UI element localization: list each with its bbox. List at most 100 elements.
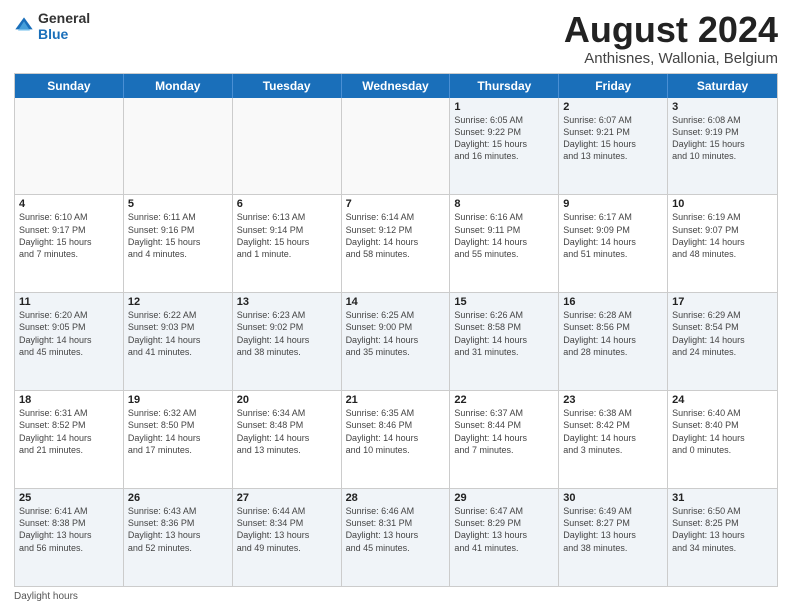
day-info: Sunrise: 6:46 AM Sunset: 8:31 PM Dayligh… bbox=[346, 505, 446, 554]
day-number: 12 bbox=[128, 296, 228, 308]
logo-general: General bbox=[38, 10, 90, 26]
day-number: 27 bbox=[237, 492, 337, 504]
calendar-body: 1Sunrise: 6:05 AM Sunset: 9:22 PM Daylig… bbox=[15, 98, 777, 586]
day-number: 31 bbox=[672, 492, 773, 504]
calendar-week-5: 25Sunrise: 6:41 AM Sunset: 8:38 PM Dayli… bbox=[15, 489, 777, 586]
day-number: 15 bbox=[454, 296, 554, 308]
subtitle: Anthisnes, Wallonia, Belgium bbox=[564, 50, 778, 67]
calendar-cell-5-1: 25Sunrise: 6:41 AM Sunset: 8:38 PM Dayli… bbox=[15, 489, 124, 586]
calendar-week-3: 11Sunrise: 6:20 AM Sunset: 9:05 PM Dayli… bbox=[15, 293, 777, 391]
day-info: Sunrise: 6:40 AM Sunset: 8:40 PM Dayligh… bbox=[672, 407, 773, 456]
calendar-cell-3-1: 11Sunrise: 6:20 AM Sunset: 9:05 PM Dayli… bbox=[15, 293, 124, 390]
day-info: Sunrise: 6:32 AM Sunset: 8:50 PM Dayligh… bbox=[128, 407, 228, 456]
day-info: Sunrise: 6:11 AM Sunset: 9:16 PM Dayligh… bbox=[128, 211, 228, 260]
day-info: Sunrise: 6:50 AM Sunset: 8:25 PM Dayligh… bbox=[672, 505, 773, 554]
page: General Blue August 2024 Anthisnes, Wall… bbox=[0, 0, 792, 612]
day-info: Sunrise: 6:34 AM Sunset: 8:48 PM Dayligh… bbox=[237, 407, 337, 456]
calendar-cell-5-6: 30Sunrise: 6:49 AM Sunset: 8:27 PM Dayli… bbox=[559, 489, 668, 586]
day-info: Sunrise: 6:37 AM Sunset: 8:44 PM Dayligh… bbox=[454, 407, 554, 456]
day-info: Sunrise: 6:38 AM Sunset: 8:42 PM Dayligh… bbox=[563, 407, 663, 456]
day-number: 25 bbox=[19, 492, 119, 504]
calendar-cell-3-6: 16Sunrise: 6:28 AM Sunset: 8:56 PM Dayli… bbox=[559, 293, 668, 390]
day-number: 28 bbox=[346, 492, 446, 504]
header-day-saturday: Saturday bbox=[668, 74, 777, 98]
calendar-cell-4-2: 19Sunrise: 6:32 AM Sunset: 8:50 PM Dayli… bbox=[124, 391, 233, 488]
day-number: 7 bbox=[346, 198, 446, 210]
day-number: 19 bbox=[128, 394, 228, 406]
logo-blue: Blue bbox=[38, 26, 68, 42]
calendar-cell-2-1: 4Sunrise: 6:10 AM Sunset: 9:17 PM Daylig… bbox=[15, 195, 124, 292]
day-number: 20 bbox=[237, 394, 337, 406]
day-info: Sunrise: 6:10 AM Sunset: 9:17 PM Dayligh… bbox=[19, 211, 119, 260]
day-number: 14 bbox=[346, 296, 446, 308]
header-day-monday: Monday bbox=[124, 74, 233, 98]
calendar-cell-3-4: 14Sunrise: 6:25 AM Sunset: 9:00 PM Dayli… bbox=[342, 293, 451, 390]
header-day-sunday: Sunday bbox=[15, 74, 124, 98]
day-info: Sunrise: 6:05 AM Sunset: 9:22 PM Dayligh… bbox=[454, 114, 554, 163]
calendar-cell-2-5: 8Sunrise: 6:16 AM Sunset: 9:11 PM Daylig… bbox=[450, 195, 559, 292]
day-number: 29 bbox=[454, 492, 554, 504]
day-info: Sunrise: 6:08 AM Sunset: 9:19 PM Dayligh… bbox=[672, 114, 773, 163]
day-number: 2 bbox=[563, 101, 663, 113]
calendar-cell-4-1: 18Sunrise: 6:31 AM Sunset: 8:52 PM Dayli… bbox=[15, 391, 124, 488]
day-info: Sunrise: 6:16 AM Sunset: 9:11 PM Dayligh… bbox=[454, 211, 554, 260]
day-info: Sunrise: 6:25 AM Sunset: 9:00 PM Dayligh… bbox=[346, 309, 446, 358]
header: General Blue August 2024 Anthisnes, Wall… bbox=[14, 10, 778, 67]
footer-text: Daylight hours bbox=[14, 591, 78, 602]
day-number: 9 bbox=[563, 198, 663, 210]
day-number: 10 bbox=[672, 198, 773, 210]
day-number: 1 bbox=[454, 101, 554, 113]
day-info: Sunrise: 6:22 AM Sunset: 9:03 PM Dayligh… bbox=[128, 309, 228, 358]
calendar-cell-1-1 bbox=[15, 98, 124, 195]
calendar: SundayMondayTuesdayWednesdayThursdayFrid… bbox=[14, 73, 778, 587]
calendar-cell-1-3 bbox=[233, 98, 342, 195]
day-info: Sunrise: 6:35 AM Sunset: 8:46 PM Dayligh… bbox=[346, 407, 446, 456]
calendar-cell-4-3: 20Sunrise: 6:34 AM Sunset: 8:48 PM Dayli… bbox=[233, 391, 342, 488]
day-number: 26 bbox=[128, 492, 228, 504]
day-number: 21 bbox=[346, 394, 446, 406]
calendar-cell-5-4: 28Sunrise: 6:46 AM Sunset: 8:31 PM Dayli… bbox=[342, 489, 451, 586]
day-info: Sunrise: 6:49 AM Sunset: 8:27 PM Dayligh… bbox=[563, 505, 663, 554]
day-number: 16 bbox=[563, 296, 663, 308]
day-number: 3 bbox=[672, 101, 773, 113]
calendar-week-2: 4Sunrise: 6:10 AM Sunset: 9:17 PM Daylig… bbox=[15, 195, 777, 293]
day-number: 18 bbox=[19, 394, 119, 406]
calendar-header: SundayMondayTuesdayWednesdayThursdayFrid… bbox=[15, 74, 777, 98]
day-number: 22 bbox=[454, 394, 554, 406]
day-info: Sunrise: 6:47 AM Sunset: 8:29 PM Dayligh… bbox=[454, 505, 554, 554]
day-info: Sunrise: 6:07 AM Sunset: 9:21 PM Dayligh… bbox=[563, 114, 663, 163]
calendar-cell-1-2 bbox=[124, 98, 233, 195]
footer: Daylight hours bbox=[14, 591, 778, 602]
calendar-week-4: 18Sunrise: 6:31 AM Sunset: 8:52 PM Dayli… bbox=[15, 391, 777, 489]
logo-area: General Blue bbox=[14, 10, 90, 42]
day-info: Sunrise: 6:19 AM Sunset: 9:07 PM Dayligh… bbox=[672, 211, 773, 260]
day-info: Sunrise: 6:44 AM Sunset: 8:34 PM Dayligh… bbox=[237, 505, 337, 554]
calendar-cell-2-6: 9Sunrise: 6:17 AM Sunset: 9:09 PM Daylig… bbox=[559, 195, 668, 292]
calendar-week-1: 1Sunrise: 6:05 AM Sunset: 9:22 PM Daylig… bbox=[15, 98, 777, 196]
day-number: 17 bbox=[672, 296, 773, 308]
calendar-cell-1-4 bbox=[342, 98, 451, 195]
day-number: 11 bbox=[19, 296, 119, 308]
day-info: Sunrise: 6:13 AM Sunset: 9:14 PM Dayligh… bbox=[237, 211, 337, 260]
calendar-cell-5-5: 29Sunrise: 6:47 AM Sunset: 8:29 PM Dayli… bbox=[450, 489, 559, 586]
day-info: Sunrise: 6:41 AM Sunset: 8:38 PM Dayligh… bbox=[19, 505, 119, 554]
day-info: Sunrise: 6:43 AM Sunset: 8:36 PM Dayligh… bbox=[128, 505, 228, 554]
calendar-cell-3-5: 15Sunrise: 6:26 AM Sunset: 8:58 PM Dayli… bbox=[450, 293, 559, 390]
logo-icon bbox=[14, 16, 34, 36]
calendar-cell-2-4: 7Sunrise: 6:14 AM Sunset: 9:12 PM Daylig… bbox=[342, 195, 451, 292]
main-title: August 2024 bbox=[564, 10, 778, 50]
header-day-wednesday: Wednesday bbox=[342, 74, 451, 98]
calendar-cell-4-5: 22Sunrise: 6:37 AM Sunset: 8:44 PM Dayli… bbox=[450, 391, 559, 488]
calendar-cell-4-4: 21Sunrise: 6:35 AM Sunset: 8:46 PM Dayli… bbox=[342, 391, 451, 488]
day-info: Sunrise: 6:29 AM Sunset: 8:54 PM Dayligh… bbox=[672, 309, 773, 358]
calendar-cell-2-2: 5Sunrise: 6:11 AM Sunset: 9:16 PM Daylig… bbox=[124, 195, 233, 292]
logo-text: General Blue bbox=[38, 10, 90, 42]
day-number: 5 bbox=[128, 198, 228, 210]
day-info: Sunrise: 6:17 AM Sunset: 9:09 PM Dayligh… bbox=[563, 211, 663, 260]
calendar-cell-1-5: 1Sunrise: 6:05 AM Sunset: 9:22 PM Daylig… bbox=[450, 98, 559, 195]
calendar-cell-3-3: 13Sunrise: 6:23 AM Sunset: 9:02 PM Dayli… bbox=[233, 293, 342, 390]
calendar-cell-1-6: 2Sunrise: 6:07 AM Sunset: 9:21 PM Daylig… bbox=[559, 98, 668, 195]
header-day-friday: Friday bbox=[559, 74, 668, 98]
day-info: Sunrise: 6:20 AM Sunset: 9:05 PM Dayligh… bbox=[19, 309, 119, 358]
day-number: 4 bbox=[19, 198, 119, 210]
